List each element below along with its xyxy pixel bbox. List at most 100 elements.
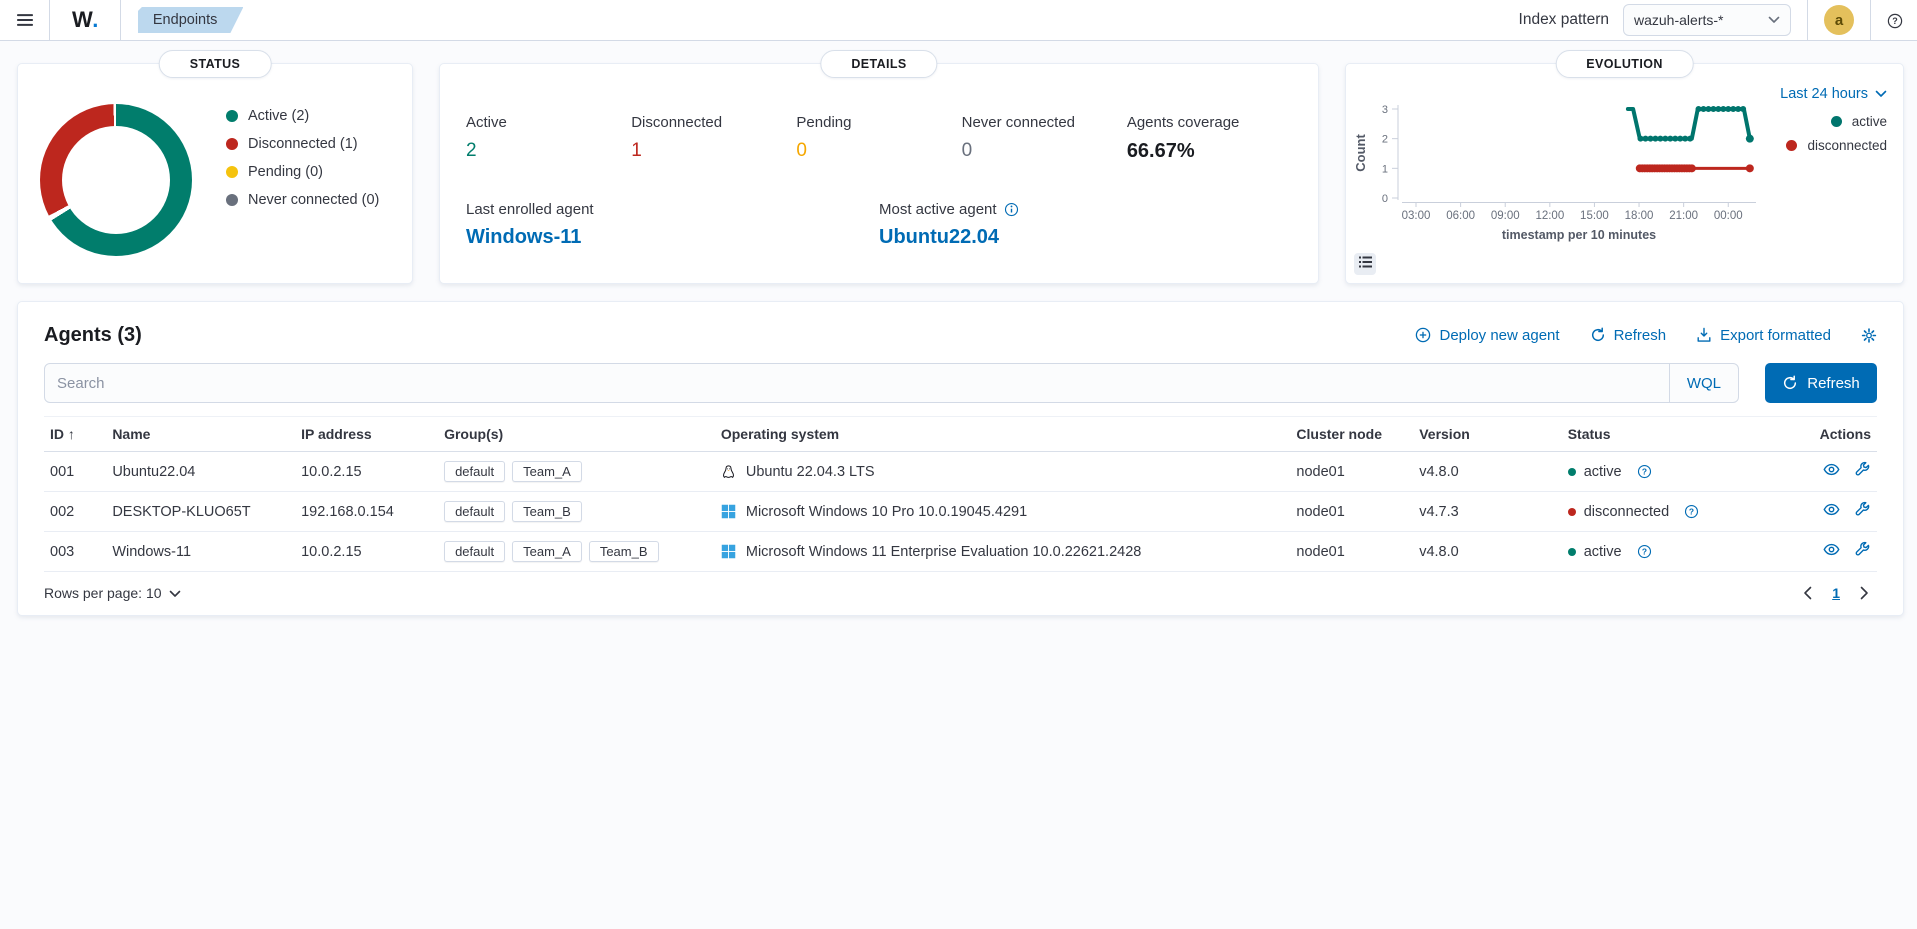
menu-button[interactable] <box>0 0 49 40</box>
group-chip[interactable]: Team_A <box>512 461 582 482</box>
agent-ip: 10.0.2.15 <box>295 452 438 492</box>
avatar[interactable]: a <box>1824 5 1854 35</box>
status-legend-item[interactable]: Disconnected (1) <box>226 136 379 152</box>
status-help-icon[interactable]: ? <box>1637 544 1652 559</box>
search-input[interactable] <box>45 364 1669 402</box>
group-chip[interactable]: Team_A <box>512 541 582 562</box>
wql-button[interactable]: WQL <box>1669 364 1738 402</box>
status-donut-chart[interactable] <box>40 104 192 256</box>
manage-agent-wrench-icon[interactable] <box>1854 541 1871 558</box>
group-chip[interactable]: default <box>444 461 505 482</box>
time-range-select[interactable]: Last 24 hours <box>1780 86 1887 102</box>
wazuh-logo[interactable]: W. <box>50 0 120 40</box>
agents-table: ID ↑NameIP addressGroup(s)Operating syst… <box>44 416 1877 572</box>
column-header-name[interactable]: Name <box>106 417 295 452</box>
gear-icon <box>1861 327 1877 343</box>
group-chip[interactable]: Team_B <box>589 541 659 562</box>
inspect-data-button[interactable] <box>1354 253 1376 275</box>
stat-never-connected: Never connected0 <box>962 114 1127 163</box>
agent-row[interactable]: 002DESKTOP-KLUO65T192.168.0.154defaultTe… <box>44 492 1877 532</box>
group-chip[interactable]: Team_B <box>512 501 582 522</box>
status-legend-item[interactable]: Never connected (0) <box>226 192 379 208</box>
column-header-version[interactable]: Version <box>1413 417 1561 452</box>
last-enrolled-value[interactable]: Windows-11 <box>466 226 879 249</box>
manage-agent-wrench-icon[interactable] <box>1854 501 1871 518</box>
page-number[interactable]: 1 <box>1832 585 1840 601</box>
agent-name[interactable]: DESKTOP-KLUO65T <box>106 492 295 532</box>
legend-dot-icon <box>226 166 238 178</box>
list-icon <box>1359 255 1372 273</box>
legend-label: active <box>1852 114 1887 129</box>
stat-label: Agents coverage <box>1127 114 1292 131</box>
svg-text:timestamp per 10 minutes: timestamp per 10 minutes <box>1502 228 1656 242</box>
refresh-icon <box>1590 327 1606 343</box>
evolution-legend-item[interactable]: disconnected <box>1786 138 1887 153</box>
stat-label: Disconnected <box>631 114 796 131</box>
column-header-ip-address[interactable]: IP address <box>295 417 438 452</box>
most-active-value[interactable]: Ubuntu22.04 <box>879 226 1292 249</box>
previous-page-button[interactable] <box>1803 586 1812 600</box>
sort-ascending-icon: ↑ <box>64 426 75 442</box>
details-panel-title: DETAILS <box>820 50 937 78</box>
most-active-label: Most active agent <box>879 201 997 218</box>
manage-agent-wrench-icon[interactable] <box>1854 461 1871 478</box>
evolution-chart: 012303:0006:0009:0012:0015:0018:0021:000… <box>1352 96 1782 258</box>
agent-id: 003 <box>44 532 106 572</box>
chevron-down-icon <box>1768 16 1780 24</box>
group-chip[interactable]: default <box>444 501 505 522</box>
agent-id: 001 <box>44 452 106 492</box>
hamburger-icon <box>17 12 33 28</box>
index-pattern-select[interactable]: wazuh-alerts-* <box>1623 4 1791 36</box>
status-panel: STATUS Active (2)Disconnected (1)Pending… <box>17 63 413 284</box>
deploy-new-agent-button[interactable]: Deploy new agent <box>1415 327 1559 344</box>
stat-active: Active2 <box>466 114 631 163</box>
agent-row[interactable]: 003Windows-1110.0.2.15defaultTeam_ATeam_… <box>44 532 1877 572</box>
stat-label: Never connected <box>962 114 1127 131</box>
evolution-legend: active disconnected <box>1786 114 1887 153</box>
agents-title: Agents (3) <box>44 324 142 347</box>
refresh-link[interactable]: Refresh <box>1590 327 1667 344</box>
legend-dot-icon <box>226 138 238 150</box>
agent-name[interactable]: Windows-11 <box>106 532 295 572</box>
legend-label: disconnected <box>1807 138 1887 153</box>
agent-row[interactable]: 001Ubuntu22.0410.0.2.15defaultTeam_AUbun… <box>44 452 1877 492</box>
group-chip[interactable]: default <box>444 541 505 562</box>
agent-name[interactable]: Ubuntu22.04 <box>106 452 295 492</box>
rows-per-page-select[interactable]: Rows per page: 10 <box>44 585 181 601</box>
view-agent-eye-icon[interactable] <box>1823 461 1840 478</box>
column-header-cluster-node[interactable]: Cluster node <box>1290 417 1413 452</box>
status-legend: Active (2) Disconnected (1) Pending (0) Nev… <box>226 108 379 208</box>
topbar: W. Endpoints Index pattern wazuh-alerts-… <box>0 0 1917 41</box>
svg-text:3: 3 <box>1382 104 1388 116</box>
evolution-panel: EVOLUTION Last 24 hours activedisconnect… <box>1345 63 1904 284</box>
agent-os: Microsoft Windows 10 Pro 10.0.19045.4291 <box>715 492 1291 532</box>
status-help-icon[interactable]: ? <box>1684 504 1699 519</box>
export-formatted-button[interactable]: Export formatted <box>1696 327 1831 344</box>
info-icon[interactable] <box>1004 202 1020 218</box>
view-agent-eye-icon[interactable] <box>1823 501 1840 518</box>
status-legend-item[interactable]: Active (2) <box>226 108 379 124</box>
status-help-icon[interactable]: ? <box>1637 464 1652 479</box>
tab-endpoints[interactable]: Endpoints <box>138 7 244 33</box>
evolution-legend-item[interactable]: active <box>1831 114 1887 129</box>
column-header-id[interactable]: ID ↑ <box>44 417 106 452</box>
legend-dot-icon <box>226 110 238 122</box>
divider <box>1870 0 1871 41</box>
next-page-button[interactable] <box>1860 586 1869 600</box>
search-bar: WQL <box>44 363 1739 403</box>
index-pattern-label: Index pattern <box>1519 11 1609 29</box>
view-agent-eye-icon[interactable] <box>1823 541 1840 558</box>
column-header-group-s-[interactable]: Group(s) <box>438 417 715 452</box>
help-button[interactable]: ? <box>1887 12 1903 28</box>
windows-icon <box>721 544 737 560</box>
linux-icon <box>721 464 737 480</box>
status-legend-item[interactable]: Pending (0) <box>226 164 379 180</box>
table-settings-button[interactable] <box>1861 327 1877 343</box>
agents-table-body: 001Ubuntu22.0410.0.2.15defaultTeam_AUbun… <box>44 452 1877 572</box>
page-content: STATUS Active (2)Disconnected (1)Pending… <box>0 41 1917 616</box>
column-header-status[interactable]: Status <box>1562 417 1776 452</box>
column-header-operating-system[interactable]: Operating system <box>715 417 1291 452</box>
pagination: 1 <box>1803 585 1877 601</box>
refresh-button[interactable]: Refresh <box>1765 363 1877 403</box>
agent-version: v4.8.0 <box>1413 532 1561 572</box>
